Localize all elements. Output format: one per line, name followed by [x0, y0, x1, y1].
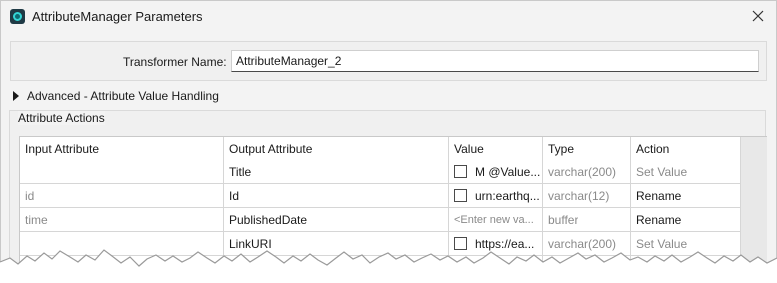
column-header-value[interactable]: Value — [454, 137, 484, 161]
checkbox-icon[interactable] — [454, 165, 467, 179]
column-header-type[interactable]: Type — [548, 137, 574, 161]
row-1-input[interactable]: id — [25, 184, 34, 208]
row-0-type[interactable]: varchar(200) — [548, 160, 616, 184]
row-3-action[interactable]: Set Value — [636, 232, 687, 256]
advanced-section-label: Advanced - Attribute Value Handling — [27, 89, 219, 103]
close-icon — [752, 10, 764, 22]
transformer-name-label: Transformer Name: — [123, 55, 227, 69]
advanced-section-toggle[interactable]: Advanced - Attribute Value Handling — [13, 89, 219, 103]
row-1-type[interactable]: varchar(12) — [548, 184, 609, 208]
column-header-input[interactable]: Input Attribute — [25, 137, 99, 161]
column-header-output[interactable]: Output Attribute — [229, 137, 312, 161]
expand-triangle-icon — [13, 91, 19, 101]
app-icon — [10, 9, 25, 24]
checkbox-icon[interactable] — [454, 189, 467, 203]
row-2-input[interactable]: time — [25, 208, 48, 232]
row-3-output[interactable]: LinkURI — [229, 232, 272, 256]
row-3-value-cell[interactable]: https://ea... — [454, 232, 534, 256]
title-bar: AttributeManager Parameters — [1, 1, 776, 32]
row-0-value: M @Value... — [475, 165, 541, 179]
close-button[interactable] — [750, 8, 766, 24]
row-2-type[interactable]: buffer — [548, 208, 578, 232]
window-title: AttributeManager Parameters — [32, 9, 203, 24]
checkbox-icon[interactable] — [454, 237, 467, 251]
vertical-scrollbar[interactable] — [740, 137, 767, 283]
row-0-action[interactable]: Set Value — [636, 160, 687, 184]
row-1-value-cell[interactable]: urn:earthq... — [454, 184, 540, 208]
transformer-name-input[interactable] — [231, 50, 759, 72]
attribute-actions-title: Attribute Actions — [18, 111, 105, 125]
row-2-action[interactable]: Rename — [636, 208, 681, 232]
row-2-output[interactable]: PublishedDate — [229, 208, 307, 232]
row-3-value: https://ea... — [475, 237, 535, 251]
row-0-value-cell[interactable]: M @Value... — [454, 160, 540, 184]
row-1-value: urn:earthq... — [475, 189, 540, 203]
row-3-type[interactable]: varchar(200) — [548, 232, 616, 256]
row-0-output[interactable]: Title — [229, 160, 251, 184]
row-2-value[interactable]: <Enter new va... — [454, 208, 534, 232]
transformer-name-panel: Transformer Name: — [10, 41, 767, 81]
attribute-actions-table: Input Attribute Output Attribute Value T… — [19, 136, 767, 283]
column-header-action[interactable]: Action — [636, 137, 669, 161]
row-1-output[interactable]: Id — [229, 184, 239, 208]
row-1-action[interactable]: Rename — [636, 184, 681, 208]
